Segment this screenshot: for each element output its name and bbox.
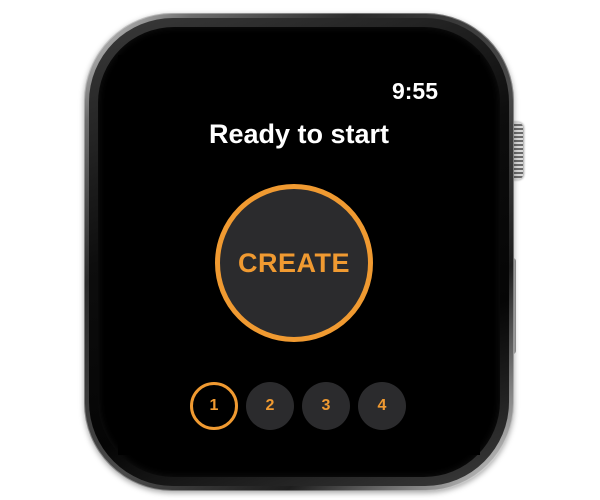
watch-screen: 9:55 Ready to start CREATE 1 2 3 4 <box>118 55 480 455</box>
page-button-1[interactable]: 1 <box>190 382 238 430</box>
status-time: 9:55 <box>391 78 438 104</box>
page-button-4[interactable]: 4 <box>358 382 406 430</box>
page-selector: 1 2 3 4 <box>190 382 414 430</box>
page-button-3[interactable]: 3 <box>302 382 350 430</box>
screen-title: Ready to start <box>208 119 390 149</box>
page-button-2[interactable]: 2 <box>246 382 294 430</box>
create-button[interactable]: CREATE <box>215 184 373 342</box>
create-button-label: CREATE <box>237 247 350 278</box>
watch-mockup: 9:55 Ready to start CREATE 1 2 3 4 <box>0 0 600 500</box>
